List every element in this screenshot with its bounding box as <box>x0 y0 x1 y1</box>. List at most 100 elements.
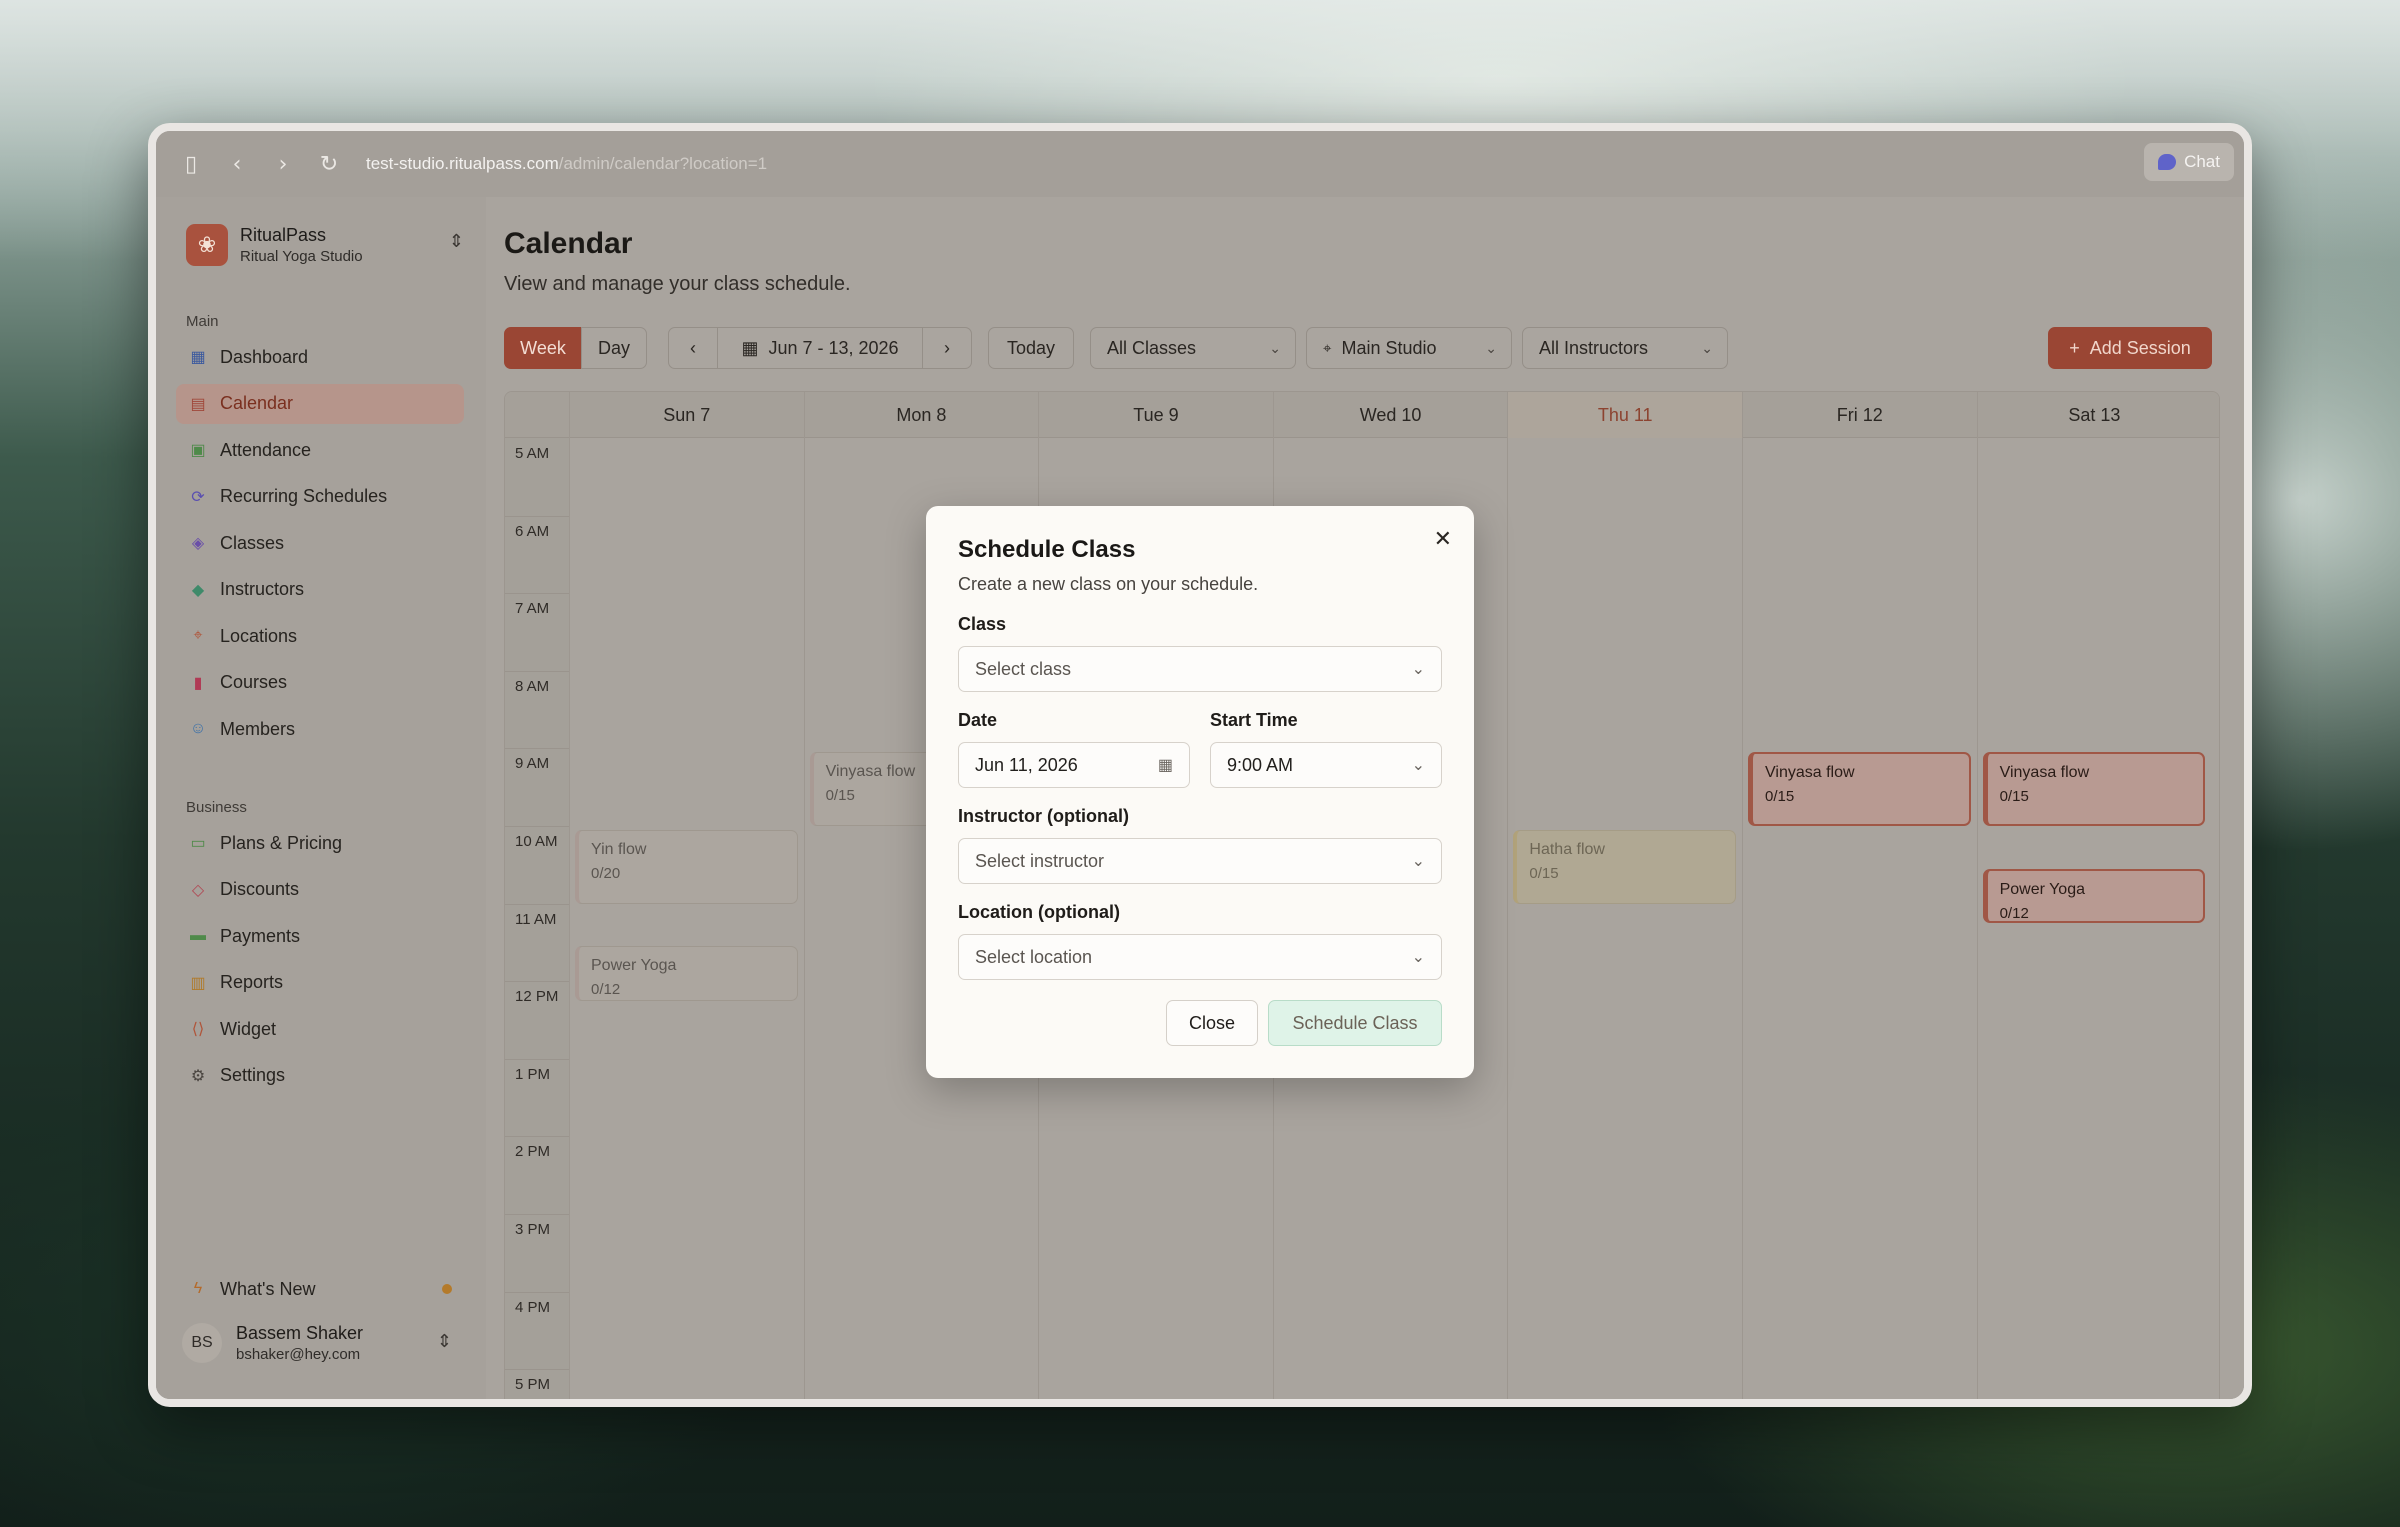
day-column-divider <box>1507 438 1509 1399</box>
day-column-divider <box>803 438 805 1399</box>
calendar-event[interactable]: Hatha flow 0/15 <box>1513 830 1736 904</box>
gear-icon: ⚙ <box>190 1067 206 1085</box>
sidebar-item-reports[interactable]: ▥ Reports <box>176 963 464 1003</box>
class-select[interactable]: Select class ⌄ <box>958 646 1442 692</box>
instructor-select[interactable]: Select instructor ⌄ <box>958 838 1442 884</box>
chevron-down-icon: ⌄ <box>1411 853 1425 870</box>
back-icon[interactable]: ‹ <box>214 152 260 177</box>
calendar-icon: ▦ <box>1157 757 1173 774</box>
hour-divider <box>505 1214 569 1215</box>
chevrons-up-down-icon: ⇕ <box>436 1331 452 1351</box>
chevron-down-icon: ⌄ <box>1485 339 1497 356</box>
week-view-button[interactable]: Week <box>504 327 582 369</box>
sidebar-item-label: Locations <box>220 625 298 646</box>
hour-divider <box>505 1369 569 1371</box>
close-button[interactable]: Close <box>1166 1000 1258 1046</box>
sidebar-item-label: Attendance <box>220 439 312 460</box>
day-view-button[interactable]: Day <box>581 327 647 369</box>
lightning-icon: ϟ <box>193 1280 203 1297</box>
sidebar-item-dashboard[interactable]: ▦ Dashboard <box>176 337 464 377</box>
browser-toolbar: ▯ ‹ › ↻ test-studio.ritualpass.com/admin… <box>156 131 2244 197</box>
sidebar-item-classes[interactable]: ◈ Classes <box>176 523 464 563</box>
layers-icon: ◈ <box>191 535 205 552</box>
sidebar-item-label: Courses <box>220 672 288 692</box>
sidebar-item-instructors[interactable]: ◆ Instructors <box>176 570 464 610</box>
sidebar-item-members[interactable]: ☺ Members <box>176 709 464 749</box>
calendar-event[interactable]: Yin flow 0/20 <box>575 830 798 904</box>
whats-new-label: What's New <box>220 1278 316 1299</box>
sidebar-item-attendance[interactable]: ▣ Attendance <box>176 430 464 470</box>
sidebar-item-widget[interactable]: ⟨⟩ Widget <box>176 1009 464 1049</box>
class-filter-select[interactable]: All Classes ⌄ <box>1090 327 1296 369</box>
day-header: Wed 10 <box>1272 392 1508 438</box>
dialog-subtitle: Create a new class on your schedule. <box>958 574 1259 594</box>
brand-name: RitualPass <box>240 225 327 245</box>
page-title: Calendar <box>504 227 633 260</box>
instructor-placeholder: Select instructor <box>975 850 1105 871</box>
calendar-event[interactable]: Vinyasa flow 0/15 <box>1982 752 2206 826</box>
start-time-select[interactable]: 9:00 AM ⌄ <box>1210 742 1442 788</box>
sidebar-item-settings[interactable]: ⚙ Settings <box>176 1056 464 1096</box>
day-header: Sun 7 <box>569 392 804 438</box>
chat-button[interactable]: Chat <box>2144 143 2234 181</box>
sidebar-item-payments[interactable]: ▬ Payments <box>176 916 464 956</box>
location-filter-select[interactable]: ⌖ Main Studio ⌄ <box>1306 327 1512 369</box>
sidebar-item-calendar[interactable]: ▤ Calendar <box>176 383 464 424</box>
event-capacity: 0/12 <box>1999 904 2029 922</box>
sidebar-item-plans-pricing[interactable]: ▭ Plans & Pricing <box>176 823 464 863</box>
page-subtitle: View and manage your class schedule. <box>504 273 851 295</box>
date-range-label: Jun 7 - 13, 2026 <box>768 337 899 358</box>
schedule-class-button[interactable]: Schedule Class <box>1268 1000 1442 1046</box>
instructor-filter-select[interactable]: All Instructors ⌄ <box>1522 327 1728 369</box>
location-select[interactable]: Select location ⌄ <box>958 934 1442 980</box>
date-label: Date <box>958 710 998 730</box>
time-label: 2 PM <box>515 1143 551 1161</box>
sidebar-item-locations[interactable]: ⌖ Locations <box>176 616 464 656</box>
today-button[interactable]: Today <box>988 327 1074 369</box>
reload-icon[interactable]: ↻ <box>306 152 352 177</box>
chevron-left-icon: ‹ <box>690 337 696 358</box>
day-column-divider <box>1976 438 1978 1399</box>
time-label: 3 PM <box>515 1221 551 1238</box>
clipboard-check-icon: ▣ <box>190 442 206 459</box>
event-name: Hatha flow <box>1529 841 1605 858</box>
chat-label: Chat <box>2184 152 2220 171</box>
whats-new-button[interactable]: ϟ What's New <box>176 1269 464 1309</box>
graduation-cap-icon: ◆ <box>191 581 205 599</box>
studio-switcher[interactable]: ❀ RitualPass Ritual Yoga Studio ⇕ <box>186 217 476 273</box>
hour-divider <box>505 670 569 672</box>
calendar-event[interactable]: Power Yoga 0/12 <box>1982 868 2206 923</box>
sidebar-toggle-icon[interactable]: ▯ <box>168 152 214 177</box>
calendar-event[interactable]: Vinyasa flow 0/15 <box>1748 752 1971 826</box>
event-name: Vinyasa flow <box>1999 764 2090 782</box>
close-icon[interactable]: ✕ <box>1434 526 1452 552</box>
sidebar-item-label: Members <box>220 718 296 739</box>
event-name: Power Yoga <box>591 957 677 975</box>
bar-chart-icon: ▥ <box>190 974 206 992</box>
sidebar-item-discounts[interactable]: ◇ Discounts <box>176 870 464 910</box>
sidebar-item-label: Payments <box>220 925 301 946</box>
next-week-button[interactable]: › <box>922 327 972 369</box>
date-field[interactable]: Jun 11, 2026 ▦ <box>958 742 1190 788</box>
calendar-event[interactable]: Power Yoga 0/12 <box>575 946 798 1001</box>
event-capacity: 0/20 <box>591 865 621 882</box>
forward-icon[interactable]: › <box>260 152 306 177</box>
prev-week-button[interactable]: ‹ <box>668 327 718 369</box>
hour-divider <box>505 593 569 595</box>
time-label: 9 AM <box>515 755 550 773</box>
user-menu[interactable]: BS Bassem Shaker bshaker@hey.com ⇕ <box>176 1313 464 1373</box>
class-label: Class <box>958 614 1007 634</box>
calendar-header: Sun 7 Mon 8 Tue 9 Wed 10 Thu 11 Fri 12 Sat 13 <box>505 392 2219 438</box>
date-range-picker[interactable]: ▦ Jun 7 - 13, 2026 <box>717 327 923 369</box>
user-name: Bassem Shaker <box>236 1323 364 1343</box>
add-session-button[interactable]: + Add Session <box>2048 327 2212 369</box>
chevron-down-icon: ⌄ <box>1269 339 1281 356</box>
event-capacity: 0/15 <box>1999 788 2029 806</box>
day-header: Fri 12 <box>1742 392 1977 438</box>
sidebar-item-courses[interactable]: ▮ Courses <box>176 663 464 703</box>
grid-icon: ▦ <box>190 349 206 366</box>
sidebar: ❀ RitualPass Ritual Yoga Studio ⇕ Main ▦… <box>156 197 486 1399</box>
address-bar[interactable]: test-studio.ritualpass.com/admin/calenda… <box>366 154 767 174</box>
sidebar-item-recurring-schedules[interactable]: ⟳ Recurring Schedules <box>176 477 464 517</box>
event-capacity: 0/15 <box>1529 865 1559 882</box>
